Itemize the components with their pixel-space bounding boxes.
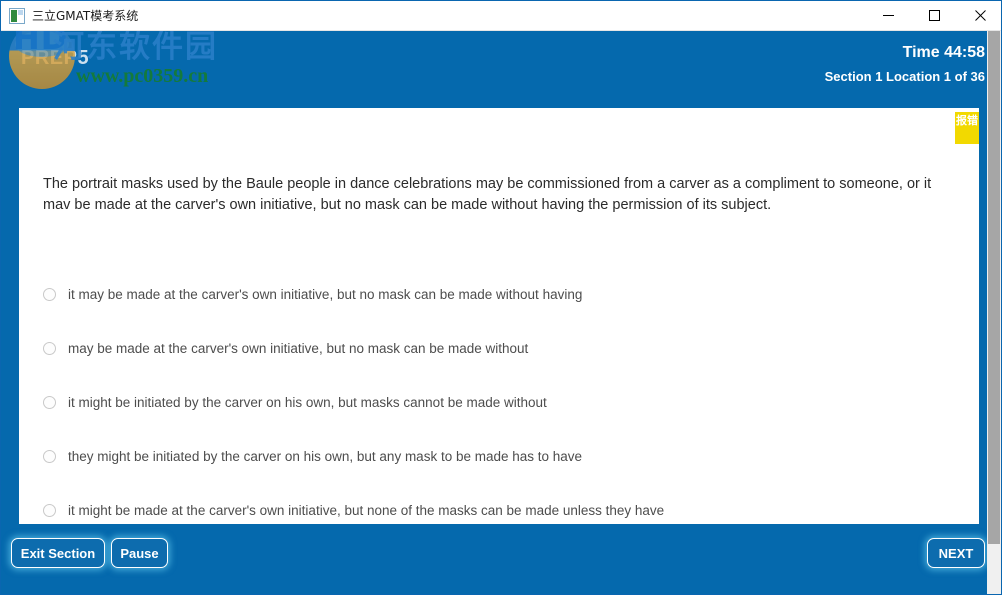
gmat-exam-window: 三立GMAT模考系统 PREP5 Time 44:58 Section 1 Lo… [0,0,1002,595]
location-label: Section 1 Location 1 of 36 [824,69,985,84]
radio-icon[interactable] [43,450,56,463]
timer-label: Time 44:58 [902,44,985,61]
window-titlebar: 三立GMAT模考系统 [1,1,1001,31]
answer-option-label: it might be made at the carver's own ini… [68,503,665,518]
answer-option-b[interactable]: may be made at the carver's own initiati… [43,340,953,394]
exit-section-button[interactable]: Exit Section [11,538,105,568]
answer-option-label: it might be initiated by the carver on h… [68,395,547,410]
pause-button[interactable]: Pause [111,538,168,568]
report-error-label: 报错 [956,114,978,127]
brand-label: PREP5 [21,47,90,69]
answer-option-a[interactable]: it may be made at the carver's own initi… [43,286,953,340]
radio-icon[interactable] [43,396,56,409]
question-stem: The portrait masks used by the Baule peo… [43,176,932,213]
answer-option-c[interactable]: it might be initiated by the carver on h… [43,394,953,448]
radio-icon[interactable] [43,288,56,301]
scrollbar-thumb[interactable] [988,31,1000,544]
app-icon [9,7,25,24]
answer-option-label: they might be initiated by the carver on… [68,449,583,464]
answer-option-d[interactable]: they might be initiated by the carver on… [43,448,953,502]
exam-header: PREP5 Time 44:58 Section 1 Location 1 of… [1,31,1001,108]
exam-status: Time 44:58 Section 1 Location 1 of 36 [825,43,985,86]
answer-option-label: may be made at the carver's own initiati… [68,341,529,356]
window-controls [865,1,1001,31]
answer-options: it may be made at the carver's own initi… [43,286,953,526]
maximize-icon[interactable] [911,1,957,31]
radio-icon[interactable] [43,504,56,517]
window-title: 三立GMAT模考系统 [32,9,139,23]
report-error-badge[interactable]: 报错 [955,112,979,144]
answer-option-e[interactable]: it might be made at the carver's own ini… [43,502,953,526]
close-icon[interactable] [957,1,1001,31]
window-scrollbar[interactable] [987,31,1001,594]
exam-footer: Exit Section Pause NEXT [1,524,1001,594]
scrollbar-track[interactable] [987,544,1001,594]
question-panel: 报错 The portrait masks used by the Baule … [19,108,979,526]
answer-option-label: it may be made at the carver's own initi… [68,287,583,302]
minimize-icon[interactable] [865,1,911,31]
radio-icon[interactable] [43,342,56,355]
next-button[interactable]: NEXT [927,538,985,568]
